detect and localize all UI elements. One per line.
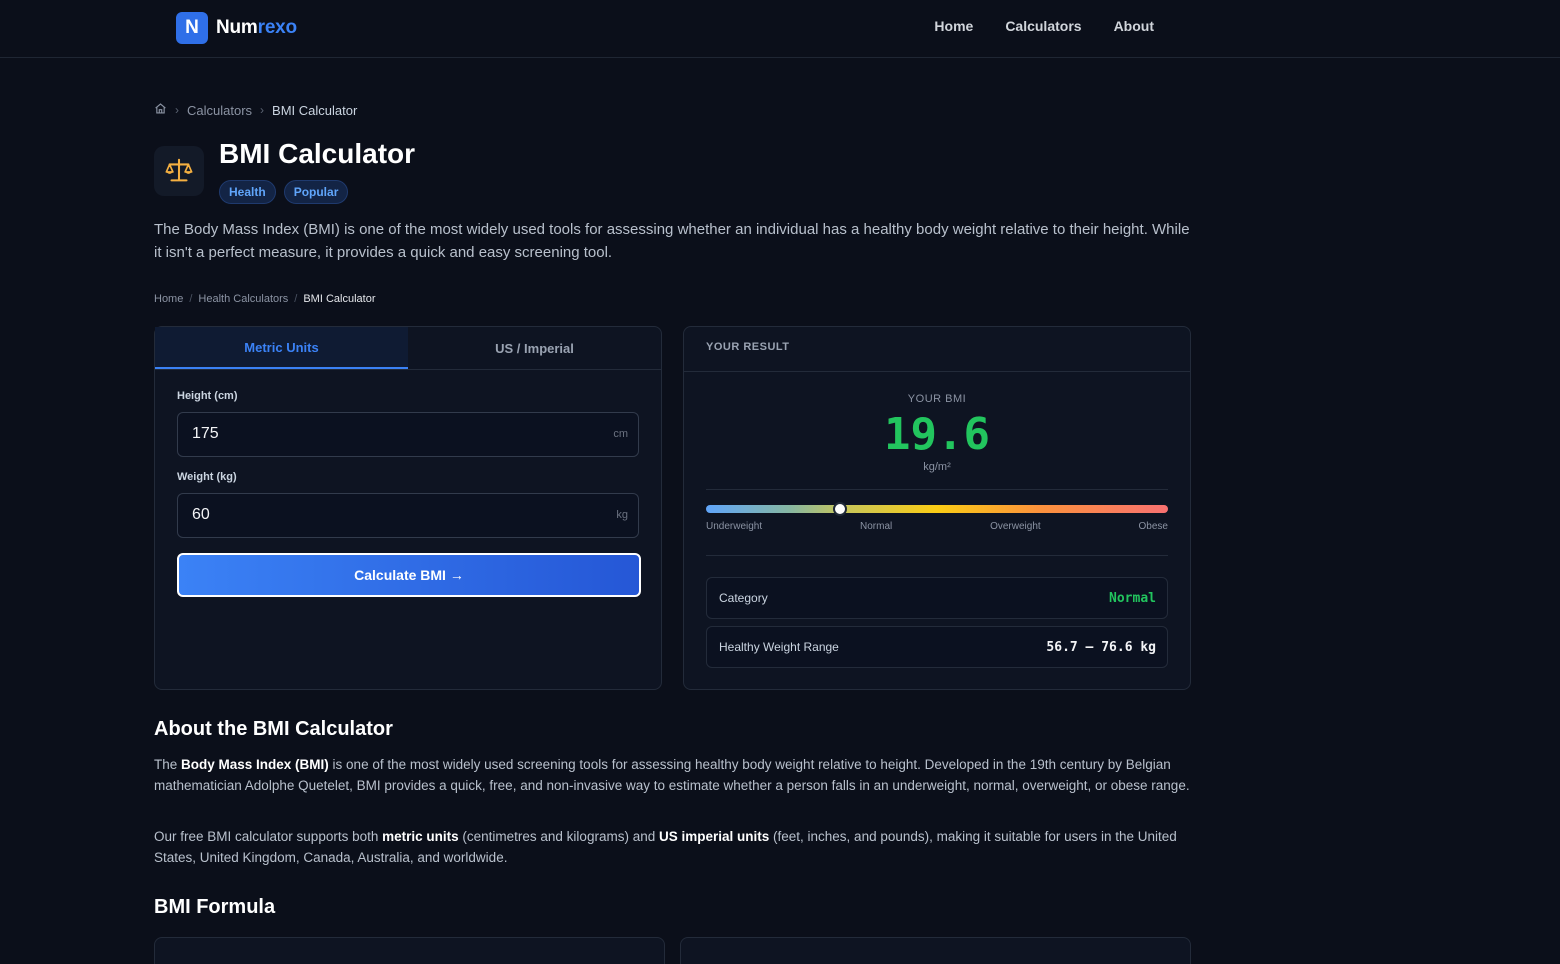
imperial-formula-card (680, 937, 1191, 964)
breadcrumb: › Calculators › BMI Calculator (154, 102, 357, 118)
scale-label-overweight: Overweight (990, 521, 1041, 532)
healthy-range-value: 56.7 – 76.6 kg (1046, 639, 1156, 655)
category-row: Category Normal (706, 577, 1168, 619)
logo-prefix: Num (216, 17, 258, 38)
weight-unit: kg (616, 509, 628, 521)
calculator-panel: Metric Units US / Imperial Height (cm) c… (154, 326, 662, 690)
bmi-value: 19.6 (884, 409, 990, 460)
bmi-scale-bar (706, 502, 1168, 516)
breadcrumb-calculators[interactable]: Calculators (187, 103, 252, 118)
about-heading: About the BMI Calculator (154, 718, 393, 740)
chevron-right-icon: › (260, 103, 265, 117)
nav-about[interactable]: About (1114, 18, 1154, 34)
height-unit: cm (613, 428, 628, 440)
chevron-right-icon: › (175, 103, 179, 117)
healthy-range-label: Healthy Weight Range (719, 640, 839, 654)
tab-metric[interactable]: Metric Units (155, 327, 408, 369)
text-bold: US imperial units (658, 829, 770, 844)
breadcrumb-separator: / (294, 293, 298, 305)
tag-health[interactable]: Health (219, 180, 276, 204)
main-nav: Home Calculators About (934, 18, 1154, 34)
result-heading: YOUR RESULT (684, 327, 1190, 372)
metric-formula-card (154, 937, 665, 964)
about-paragraph-2: Our free BMI calculator supports both me… (154, 826, 1194, 868)
category-value: Normal (1109, 590, 1156, 606)
brand-logo[interactable]: N Numrexo (176, 12, 297, 44)
tag-list: Health Popular (219, 180, 349, 204)
breadcrumb-secondary: Home / Health Calculators / BMI Calculat… (154, 293, 375, 305)
scale-label-obese: Obese (1138, 521, 1168, 532)
bmi-unit: kg/m² (923, 461, 951, 473)
home-icon[interactable] (154, 102, 167, 118)
text-bold: metric units (382, 829, 459, 844)
breadcrumb-separator: / (189, 293, 193, 305)
intro-text: The Body Mass Index (BMI) is one of the … (154, 221, 1190, 261)
text-bold: Body Mass Index (BMI) (181, 757, 329, 772)
weight-input[interactable] (192, 506, 572, 524)
healthy-range-row: Healthy Weight Range 56.7 – 76.6 kg (706, 626, 1168, 668)
height-field-box: cm (177, 412, 639, 457)
weight-label: Weight (kg) (177, 471, 237, 483)
unit-tabs: Metric Units US / Imperial (155, 327, 661, 370)
category-label: Category (719, 591, 768, 605)
tab-imperial[interactable]: US / Imperial (408, 327, 661, 369)
scale-icon (154, 146, 204, 196)
formula-heading: BMI Formula (154, 896, 276, 918)
height-input[interactable] (192, 425, 572, 443)
result-panel: YOUR RESULT YOUR BMI 19.6 kg/m² Underwei… (683, 326, 1191, 690)
nav-home[interactable]: Home (934, 18, 973, 34)
calculate-bmi-button[interactable]: Calculate BMI → (177, 553, 641, 597)
height-label: Height (cm) (177, 390, 238, 402)
text-run: (centimetres and kilograms) and (458, 829, 659, 844)
divider (706, 489, 1168, 490)
breadcrumb2-section[interactable]: Health Calculators (198, 293, 288, 305)
about-paragraph-1: The Body Mass Index (BMI) is one of the … (154, 754, 1194, 796)
page-title: BMI Calculator (219, 138, 416, 169)
bmi-indicator (832, 502, 847, 516)
logo-mark: N (176, 12, 208, 44)
weight-field-box: kg (177, 493, 639, 538)
divider (706, 555, 1168, 556)
breadcrumb2-home[interactable]: Home (154, 293, 183, 305)
nav-calculators[interactable]: Calculators (1005, 18, 1081, 34)
breadcrumb-current: BMI Calculator (272, 102, 358, 118)
bmi-scale-labels: Underweight Normal Overweight Obese (706, 521, 1168, 532)
tag-popular[interactable]: Popular (283, 180, 349, 204)
logo-text: Numrexo (216, 17, 297, 39)
logo-accent: rexo (257, 17, 298, 38)
top-navbar: N Numrexo Home Calculators About (0, 0, 1560, 58)
scale-label-underweight: Underweight (706, 521, 763, 532)
breadcrumb2-current: BMI Calculator (303, 293, 376, 305)
text-run: Our free BMI calculator supports both (154, 829, 383, 844)
text-run: The (154, 757, 182, 772)
bmi-label: YOUR BMI (907, 393, 967, 405)
scale-label-normal: Normal (860, 521, 893, 532)
